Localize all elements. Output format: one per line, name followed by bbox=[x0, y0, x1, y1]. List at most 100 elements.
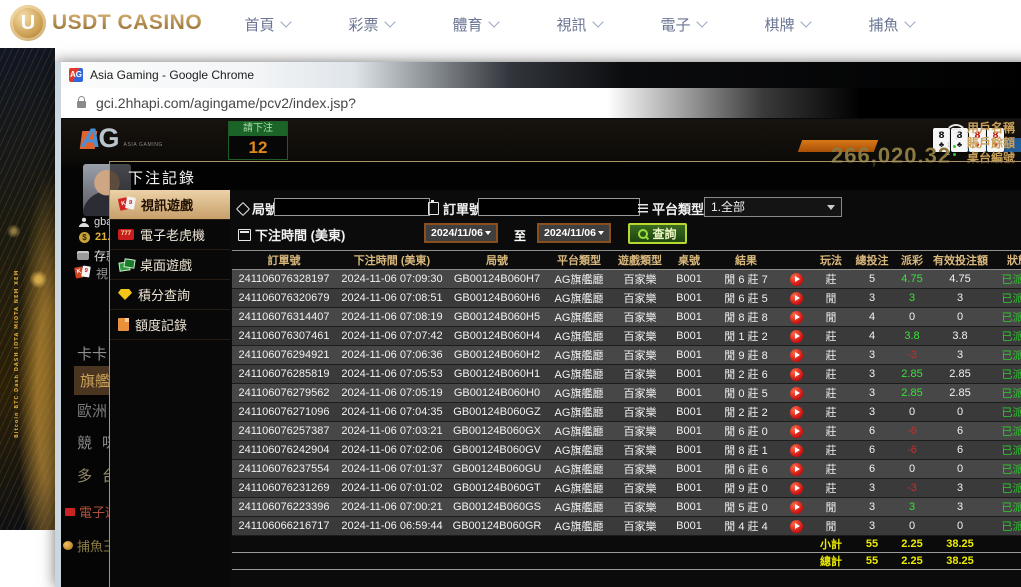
cell-payout: 0 bbox=[892, 308, 932, 327]
cell-bet: 3 bbox=[852, 403, 892, 422]
platform-label: 平台類型 bbox=[638, 199, 704, 218]
date-from-picker[interactable]: 2024/11/06 bbox=[424, 223, 498, 243]
ag-logo: A G ASIA GAMING bbox=[81, 123, 163, 154]
play-button[interactable] bbox=[790, 520, 803, 533]
url-text[interactable]: gci.2hhapi.com/agingame/pcv2/index.jsp? bbox=[96, 95, 356, 111]
cell-round: GB00124B060H4 bbox=[448, 327, 546, 346]
cell-time: 2024-11-06 07:05:53 bbox=[336, 365, 448, 384]
usdt-coin-icon: U bbox=[10, 5, 46, 41]
column-header: 狀態 bbox=[988, 251, 1021, 270]
table-row: 2411060762233962024-11-06 07:00:21GB0012… bbox=[232, 498, 1021, 517]
cell-order: 241106076320679 bbox=[232, 289, 336, 308]
nav-item-sports[interactable]: 體育 bbox=[423, 0, 527, 48]
cell-game: 百家樂 bbox=[612, 365, 668, 384]
nav-item-label: 電子 bbox=[660, 14, 690, 35]
cell-play bbox=[782, 289, 810, 308]
cell-result: 閒 9 莊 8 bbox=[710, 346, 782, 365]
play-button[interactable] bbox=[790, 406, 803, 419]
cell-side: 莊 bbox=[810, 384, 852, 403]
cell-game: 百家樂 bbox=[612, 289, 668, 308]
search-button-label: 查詢 bbox=[652, 225, 676, 242]
round-input[interactable] bbox=[274, 198, 430, 216]
menu-item-slot-machines[interactable]: 電子老虎機 bbox=[110, 220, 230, 250]
cell-valid: 3 bbox=[932, 498, 988, 517]
bet-prompt: 請下注 bbox=[229, 122, 287, 136]
date-to-picker[interactable]: 2024/11/06 bbox=[537, 223, 611, 243]
cell-time: 2024-11-06 07:08:19 bbox=[336, 308, 448, 327]
cell-payout: 3.8 bbox=[892, 327, 932, 346]
chevron-down-icon bbox=[485, 231, 491, 235]
doc-icon bbox=[118, 318, 129, 331]
site-logo[interactable]: U USDT CASINO bbox=[10, 5, 202, 41]
play-button[interactable] bbox=[790, 368, 803, 381]
column-header: 平台類型 bbox=[546, 251, 612, 270]
play-button[interactable] bbox=[790, 273, 803, 286]
order-label: 訂單號 bbox=[428, 199, 482, 218]
cell-bet: 3 bbox=[852, 517, 892, 536]
lobby-item[interactable]: 歐洲 bbox=[77, 400, 107, 421]
table-row: 2411060762573872024-11-06 07:03:21GB0012… bbox=[232, 422, 1021, 441]
play-button[interactable] bbox=[790, 311, 803, 324]
cell-platform: AG旗艦廳 bbox=[546, 289, 612, 308]
play-button[interactable] bbox=[790, 444, 803, 457]
play-button[interactable] bbox=[790, 349, 803, 362]
menu-item-table-games[interactable]: 桌面遊戲 bbox=[110, 250, 230, 280]
table-row: 2411060763144072024-11-06 07:08:19GB0012… bbox=[232, 308, 1021, 327]
chevron-down-icon bbox=[598, 231, 604, 235]
platform-select[interactable]: 1.全部 bbox=[704, 197, 842, 217]
browser-titlebar[interactable]: AG Asia Gaming - Google Chrome bbox=[61, 62, 1021, 88]
play-button[interactable] bbox=[790, 330, 803, 343]
cell-play bbox=[782, 460, 810, 479]
menu-item-video-games[interactable]: 視訊遊戲 bbox=[110, 190, 230, 220]
lobby-item[interactable]: 卡卡 bbox=[77, 343, 107, 364]
cell-order: 241106076285819 bbox=[232, 365, 336, 384]
nav-item-home[interactable]: 首頁 bbox=[215, 0, 319, 48]
nav-item-fishing[interactable]: 捕魚 bbox=[839, 0, 943, 48]
menu-item-quota-records[interactable]: 額度記錄 bbox=[110, 310, 230, 340]
cell-result: 閒 6 莊 0 bbox=[710, 422, 782, 441]
cell-table: B001 bbox=[668, 517, 710, 536]
menu-item-points-query[interactable]: 積分查詢 bbox=[110, 280, 230, 310]
nav-item-video[interactable]: 視訊 bbox=[527, 0, 631, 48]
play-button[interactable] bbox=[790, 292, 803, 305]
screen: U USDT CASINO 首頁彩票體育視訊電子棋牌捕魚 Bitcoin BTC… bbox=[0, 0, 1021, 587]
order-input[interactable] bbox=[478, 198, 640, 216]
cell-status: 已派彩 bbox=[988, 308, 1021, 327]
list-icon bbox=[638, 204, 648, 213]
nav-item-slots[interactable]: 電子 bbox=[631, 0, 735, 48]
play-button[interactable] bbox=[790, 482, 803, 495]
nav-item-label: 棋牌 bbox=[764, 14, 794, 35]
table-row: 2411060662167172024-11-06 06:59:44GB0012… bbox=[232, 517, 1021, 536]
play-button[interactable] bbox=[790, 387, 803, 400]
bet-records-dialog: 下注記錄 視訊遊戲電子老虎機桌面遊戲積分查詢額度記錄 局號 訂單號 bbox=[109, 161, 1021, 587]
cell-game: 百家樂 bbox=[612, 308, 668, 327]
cell-side: 莊 bbox=[810, 403, 852, 422]
site-header: U USDT CASINO 首頁彩票體育視訊 電子 棋牌 捕魚 bbox=[0, 0, 1021, 48]
dialog-titlebar: 下注記錄 bbox=[110, 162, 1021, 190]
nav-item-lottery[interactable]: 彩票 bbox=[319, 0, 423, 48]
cell-valid: 2.85 bbox=[932, 365, 988, 384]
search-button[interactable]: 查詢 bbox=[628, 223, 687, 244]
chevron-down-icon bbox=[827, 205, 835, 210]
cell-table: B001 bbox=[668, 422, 710, 441]
play-button[interactable] bbox=[790, 425, 803, 438]
play-button[interactable] bbox=[790, 501, 803, 514]
nav-item-label: 捕魚 bbox=[868, 14, 898, 35]
round-label: 局號 bbox=[238, 199, 278, 218]
cell-play bbox=[782, 384, 810, 403]
summary-payout: 2.25 bbox=[892, 553, 932, 570]
cell-game: 百家樂 bbox=[612, 479, 668, 498]
cell-order: 241106076294921 bbox=[232, 346, 336, 365]
cell-play bbox=[782, 517, 810, 536]
play-button[interactable] bbox=[790, 463, 803, 476]
browser-urlbar[interactable]: gci.2hhapi.com/agingame/pcv2/index.jsp? bbox=[61, 88, 1021, 119]
nav-item-board-games[interactable]: 棋牌 bbox=[735, 0, 839, 48]
video-tab-row[interactable]: 視 bbox=[75, 265, 108, 282]
cell-game: 百家樂 bbox=[612, 346, 668, 365]
cell-result: 閒 6 莊 5 bbox=[710, 289, 782, 308]
cell-table: B001 bbox=[668, 460, 710, 479]
cell-platform: AG旗艦廳 bbox=[546, 498, 612, 517]
cell-time: 2024-11-06 07:08:51 bbox=[336, 289, 448, 308]
cell-game: 百家樂 bbox=[612, 327, 668, 346]
cell-bet: 5 bbox=[852, 270, 892, 289]
